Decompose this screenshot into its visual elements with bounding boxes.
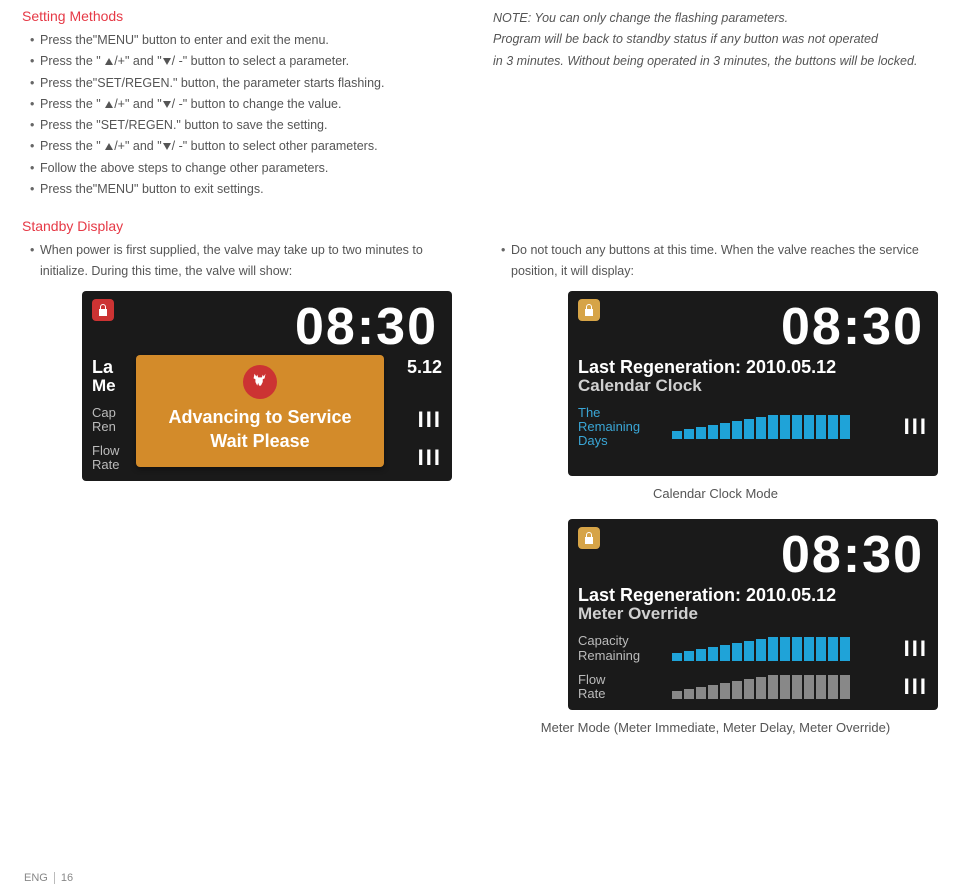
- mode-line: Calendar Clock: [578, 376, 928, 396]
- last-regen-fragment: La: [92, 357, 113, 378]
- time-display: 08:30: [578, 525, 924, 585]
- top-columns: Setting Methods Press the"MENU" button t…: [22, 8, 938, 200]
- mode-line: Meter Override: [578, 604, 928, 624]
- lcd-panel-calendar: 08:30 Last Regeneration: 2010.05.12 Cale…: [568, 291, 938, 477]
- calendar-caption: Calendar Clock Mode: [493, 486, 938, 501]
- note-line: in 3 minutes. Without being operated in …: [493, 51, 938, 72]
- capacity-row: CapacityRemaining III: [578, 634, 928, 663]
- note-line: Program will be back to standby status i…: [493, 29, 938, 50]
- setting-methods-list: Press the"MENU" button to enter and exit…: [22, 30, 467, 200]
- modal-text: Advancing to Service: [144, 405, 376, 429]
- list-item: Press the"SET/REGEN." button, the parame…: [30, 73, 467, 94]
- capacity-label: CapacityRemaining: [578, 634, 668, 663]
- bar-gauge-icon: [668, 637, 904, 661]
- list-item: Press the "SET/REGEN." button to save th…: [30, 115, 467, 136]
- ticks-icon: III: [418, 407, 442, 433]
- lcd-panel-meter: 08:30 Last Regeneration: 2010.05.12 Mete…: [568, 519, 938, 709]
- ticks-icon: III: [904, 636, 928, 662]
- up-triangle-icon: [105, 143, 113, 150]
- flow-label: FlowRate: [578, 673, 668, 702]
- standby-right: Do not touch any buttons at this time. W…: [493, 218, 938, 735]
- ticks-icon: III: [904, 674, 928, 700]
- standby-title: Standby Display: [22, 218, 467, 234]
- page-footer: ENG 16: [24, 872, 73, 884]
- setting-methods-title: Setting Methods: [22, 8, 467, 24]
- footer-page: 16: [61, 872, 73, 884]
- list-item: Press the"MENU" button to enter and exit…: [30, 30, 467, 51]
- deer-icon: [243, 365, 277, 399]
- last-regen-line: Last Regeneration: 2010.05.12: [578, 585, 928, 606]
- up-triangle-icon: [105, 101, 113, 108]
- time-display: 08:30: [92, 297, 438, 357]
- ticks-icon: III: [904, 414, 928, 440]
- list-item: Press the"MENU" button to exit settings.: [30, 179, 467, 200]
- list-item: Press the " /+" and "/ -" button to sele…: [30, 136, 467, 157]
- standby-row: Standby Display When power is first supp…: [22, 218, 938, 735]
- list-item: Follow the above steps to change other p…: [30, 158, 467, 179]
- down-triangle-icon: [163, 143, 171, 150]
- standby-left: Standby Display When power is first supp…: [22, 218, 467, 735]
- remaining-days-label: TheRemainingDays: [578, 406, 668, 449]
- meter-caption: Meter Mode (Meter Immediate, Meter Delay…: [493, 720, 938, 735]
- up-triangle-icon: [105, 58, 113, 65]
- standby-left-list: When power is first supplied, the valve …: [22, 240, 467, 283]
- advancing-modal: Advancing to Service Wait Please: [136, 355, 384, 468]
- last-regen-line: Last Regeneration: 2010.05.12: [578, 357, 928, 378]
- bar-gauge-icon: [668, 675, 904, 699]
- footer-lang: ENG: [24, 872, 48, 884]
- list-item: Press the " /+" and "/ -" button to chan…: [30, 94, 467, 115]
- standby-right-list: Do not touch any buttons at this time. W…: [493, 240, 938, 283]
- note-line: NOTE: You can only change the flashing p…: [493, 8, 938, 29]
- modal-text: Wait Please: [144, 429, 376, 453]
- remaining-days-row: TheRemainingDays III: [578, 406, 928, 449]
- down-triangle-icon: [163, 58, 171, 65]
- last-regen-fragment: 5.12: [407, 357, 442, 378]
- note-col: NOTE: You can only change the flashing p…: [493, 8, 938, 200]
- lcd-panel-advancing: 08:30 La 5.12 Me CapRen III FlowRate III: [82, 291, 452, 481]
- time-display: 08:30: [578, 297, 924, 357]
- setting-methods-col: Setting Methods Press the"MENU" button t…: [22, 8, 467, 200]
- list-item: Do not touch any buttons at this time. W…: [501, 240, 938, 283]
- list-item: When power is first supplied, the valve …: [30, 240, 467, 283]
- list-item: Press the " /+" and "/ -" button to sele…: [30, 51, 467, 72]
- bar-gauge-icon: [668, 415, 904, 439]
- down-triangle-icon: [163, 101, 171, 108]
- ticks-icon: III: [418, 445, 442, 471]
- flow-row: FlowRate III: [578, 673, 928, 702]
